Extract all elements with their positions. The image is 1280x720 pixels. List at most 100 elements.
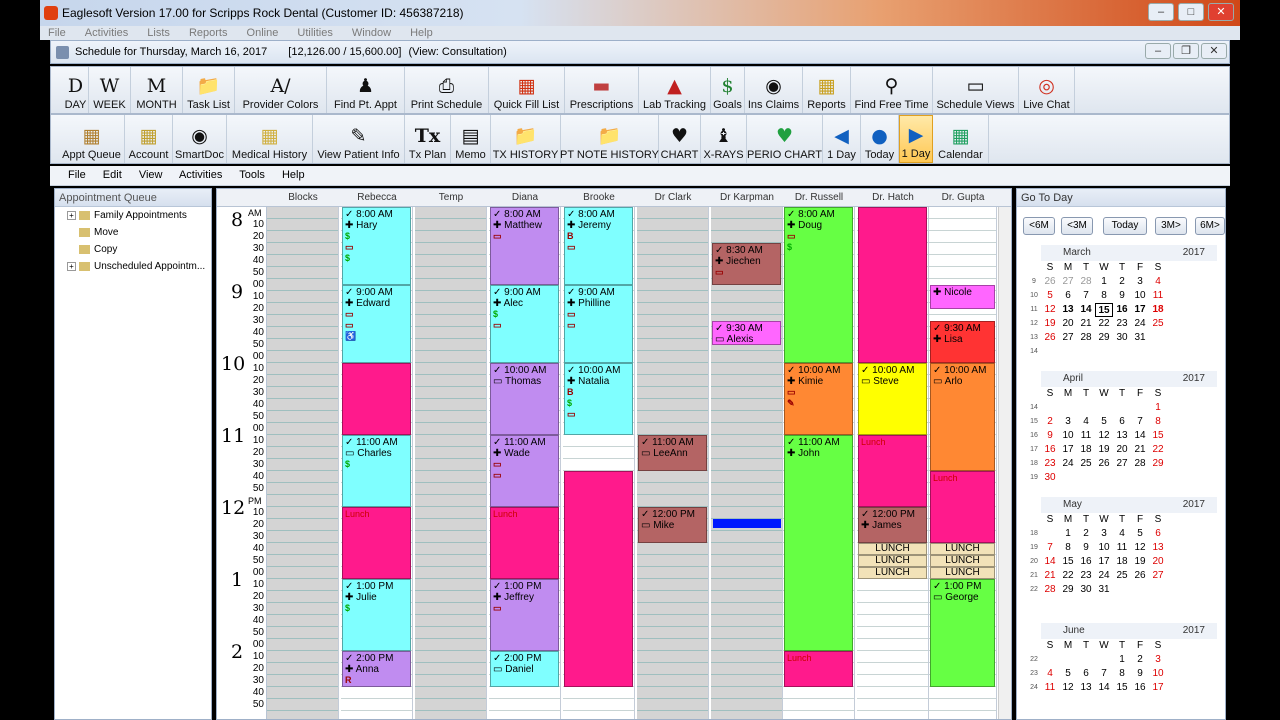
calendar-day[interactable]: 19 xyxy=(1041,317,1059,331)
provider-column[interactable] xyxy=(267,207,339,719)
calendar-day[interactable]: 7 xyxy=(1095,667,1113,681)
calendar-day[interactable]: 16 xyxy=(1131,681,1149,695)
lunch-slot[interactable]: LUNCH xyxy=(930,555,995,567)
calendar-day[interactable]: 5 xyxy=(1131,527,1149,541)
calendar-day[interactable]: 20 xyxy=(1113,443,1131,457)
appointment-block[interactable]: ✚ Nicole xyxy=(930,285,995,309)
calendar-day[interactable]: 6 xyxy=(1113,415,1131,429)
calendar-day[interactable]: 5 xyxy=(1095,415,1113,429)
provider-header[interactable]: Dr. Hatch xyxy=(857,189,929,207)
appointment-block[interactable]: ✓ 10:00 AM ▭ Steve xyxy=(858,363,927,435)
calendar-day[interactable]: 6 xyxy=(1077,667,1095,681)
appointment-block[interactable]: ✓ 2:00 PM ▭ Daniel xyxy=(490,651,559,687)
appointment-block[interactable]: ✓ 9:00 AM ✚ Alec $ ▭ xyxy=(490,285,559,363)
appointment-block[interactable]: ✓ 10:00 AM ✚ Kimie ▭ ✎ xyxy=(784,363,853,435)
calendar-day[interactable]: 15 xyxy=(1059,555,1077,569)
appointment-block[interactable]: ✓ 8:00 AM ✚ Jeremy B ▭ xyxy=(564,207,633,285)
calendar-day[interactable]: 3 xyxy=(1095,527,1113,541)
calendar-day[interactable]: 1 xyxy=(1059,527,1077,541)
calendar-day[interactable]: 15 xyxy=(1113,681,1131,695)
calendar-year[interactable]: 2017 xyxy=(1183,245,1205,261)
appointment-block[interactable]: ✓ 11:00 AM ▭ LeeAnn xyxy=(638,435,707,471)
appointment-block[interactable]: ✓ 1:00 PM ▭ George xyxy=(930,579,995,687)
calendar-day[interactable]: 24 xyxy=(1131,317,1149,331)
today-nav-button[interactable]: Today xyxy=(1103,217,1147,235)
menu-lists[interactable]: Lists xyxy=(147,27,170,39)
appointment-block[interactable]: ✓ 9:00 AM ✚ Edward ▭ ▭ ♿ xyxy=(342,285,411,363)
calendar-day[interactable]: 10 xyxy=(1059,429,1077,443)
lunch-slot[interactable]: LUNCH xyxy=(858,567,927,579)
reports-button[interactable]: ▦ Reports xyxy=(803,67,851,113)
appointment-block[interactable]: Lunch xyxy=(342,507,411,579)
menu-window[interactable]: Window xyxy=(352,27,391,39)
live-chat-button[interactable]: ◎ Live Chat xyxy=(1019,67,1075,113)
calendar-day[interactable]: 18 xyxy=(1077,443,1095,457)
calendar-day[interactable]: 24 xyxy=(1095,569,1113,583)
calendar-day[interactable]: 8 xyxy=(1059,541,1077,555)
calendar-day[interactable]: 11 xyxy=(1077,429,1095,443)
calendar-day[interactable]: 9 xyxy=(1077,541,1095,555)
calendar-day[interactable]: 2 xyxy=(1131,653,1149,667)
next-day-button[interactable]: ▶ 1 Day xyxy=(899,115,933,163)
queue-item-move[interactable]: Move xyxy=(55,224,211,241)
calendar-day[interactable]: 14 xyxy=(1131,429,1149,443)
calendar-day[interactable]: 20 xyxy=(1149,555,1167,569)
goals-button[interactable]: $ Goals xyxy=(711,67,745,113)
calendar-day[interactable]: 3 xyxy=(1059,415,1077,429)
menu-utilities[interactable]: Utilities xyxy=(297,27,332,39)
minimize-icon[interactable]: – xyxy=(1148,3,1174,21)
calendar-day[interactable]: 19 xyxy=(1095,443,1113,457)
menu-edit[interactable]: Edit xyxy=(103,169,122,181)
calendar-day[interactable]: 16 xyxy=(1041,443,1059,457)
calendar-month-name[interactable]: March xyxy=(1063,245,1091,261)
forward-3-months-button[interactable]: 3M> xyxy=(1155,217,1187,235)
calendar-day[interactable]: 6 xyxy=(1149,527,1167,541)
calendar-day[interactable]: 31 xyxy=(1095,583,1113,597)
calendar-day[interactable]: 13 xyxy=(1149,541,1167,555)
provider-header[interactable]: Rebecca xyxy=(341,189,413,207)
calendar-year[interactable]: 2017 xyxy=(1183,371,1205,387)
calendar-day[interactable]: 12 xyxy=(1131,541,1149,555)
smartdoc-button[interactable]: ◉ SmartDoc xyxy=(173,115,227,163)
calendar-day[interactable]: 6 xyxy=(1059,289,1077,303)
calendar-day[interactable]: 7 xyxy=(1077,289,1095,303)
calendar-day[interactable]: 9 xyxy=(1131,667,1149,681)
calendar-day[interactable]: 3 xyxy=(1131,275,1149,289)
view-patient-info-button[interactable]: ✎ View Patient Info xyxy=(313,115,405,163)
schedule-views-button[interactable]: ▭ Schedule Views xyxy=(933,67,1019,113)
provider-column[interactable] xyxy=(415,207,487,719)
provider-header[interactable]: Brooke xyxy=(563,189,635,207)
provider-header[interactable]: Dr Karpman xyxy=(711,189,783,207)
appointment-block[interactable] xyxy=(342,363,411,435)
menu-tools[interactable]: Tools xyxy=(239,169,265,181)
appointment-block[interactable]: ✓ 1:00 PM ✚ Jeffrey ▭ xyxy=(490,579,559,651)
calendar-day[interactable]: 4 xyxy=(1041,667,1059,681)
pt-note-history-button[interactable]: 📁 PT NOTE HISTORY xyxy=(560,115,659,163)
chart-button[interactable]: ♥ CHART xyxy=(659,115,701,163)
appointment-block[interactable]: ✓ 12:00 PM ▭ Mike xyxy=(638,507,707,543)
calendar-day[interactable]: 16 xyxy=(1113,303,1131,317)
find-pt-appt-button[interactable]: ♟ Find Pt. Appt xyxy=(327,67,405,113)
calendar-day[interactable]: 4 xyxy=(1077,415,1095,429)
calendar-day[interactable]: 8 xyxy=(1149,415,1167,429)
minimize-icon[interactable]: – xyxy=(1145,43,1171,59)
appt-queue-button[interactable]: ▦ Appt Queue xyxy=(59,115,125,163)
tx-history-button[interactable]: 📁 TX HISTORY xyxy=(491,115,561,163)
calendar-day[interactable]: 17 xyxy=(1131,303,1149,317)
calendar-day[interactable]: 1 xyxy=(1149,401,1167,415)
provider-header[interactable]: Dr. Russell xyxy=(783,189,855,207)
calendar-day[interactable]: 11 xyxy=(1041,681,1059,695)
expand-icon[interactable]: + xyxy=(67,210,76,220)
appointment-block[interactable] xyxy=(564,471,633,687)
provider-header[interactable]: Temp xyxy=(415,189,487,207)
appointment-block[interactable]: ✓ 2:00 PM✚ AnnaR▭ xyxy=(342,651,411,687)
menu-file[interactable]: File xyxy=(68,169,86,181)
calendar-day[interactable]: 31 xyxy=(1131,331,1149,345)
calendar-day[interactable]: 18 xyxy=(1113,555,1131,569)
calendar-day[interactable]: 11 xyxy=(1149,289,1167,303)
calendar-day[interactable]: 29 xyxy=(1149,457,1167,471)
calendar-day[interactable]: 26 xyxy=(1095,457,1113,471)
calendar-day[interactable]: 25 xyxy=(1113,569,1131,583)
calendar-day[interactable]: 20 xyxy=(1059,317,1077,331)
appointment-block[interactable]: ✓ 8:30 AM ✚ Jiechen ▭ xyxy=(712,243,781,285)
